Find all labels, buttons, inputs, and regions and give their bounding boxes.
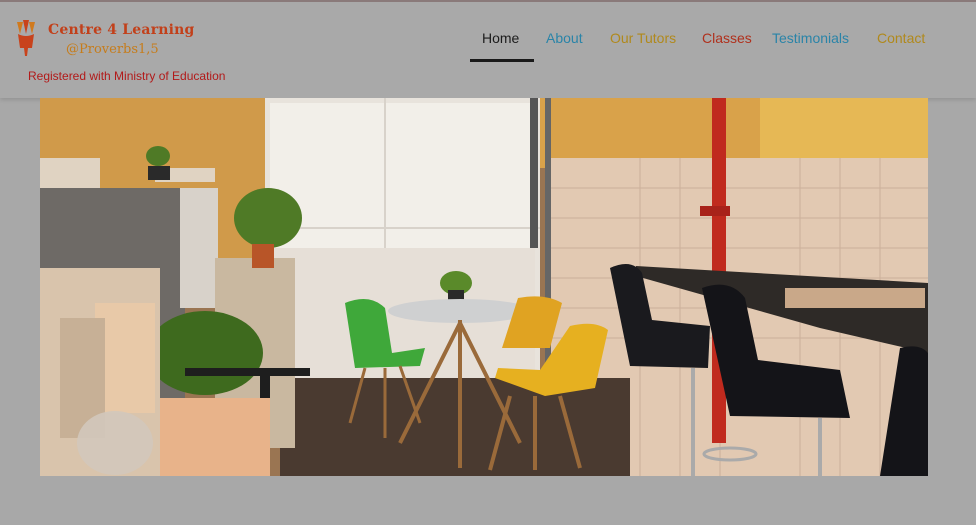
classroom-photo [40,98,928,476]
nav-classes[interactable]: Classes [702,30,752,46]
nav-contact[interactable]: Contact [877,30,925,46]
main-nav: Home About Our Tutors Classes Testimonia… [0,30,976,70]
registration-note: Registered with Ministry of Education [28,69,226,83]
site-header: Centre 4 Learning @Proverbs1,5 Registere… [0,0,976,98]
active-nav-indicator [470,59,534,62]
hero-image [40,98,928,476]
nav-our-tutors[interactable]: Our Tutors [610,30,676,46]
nav-about[interactable]: About [546,30,583,46]
nav-testimonials[interactable]: Testimonials [772,30,849,46]
nav-home[interactable]: Home [482,30,519,46]
